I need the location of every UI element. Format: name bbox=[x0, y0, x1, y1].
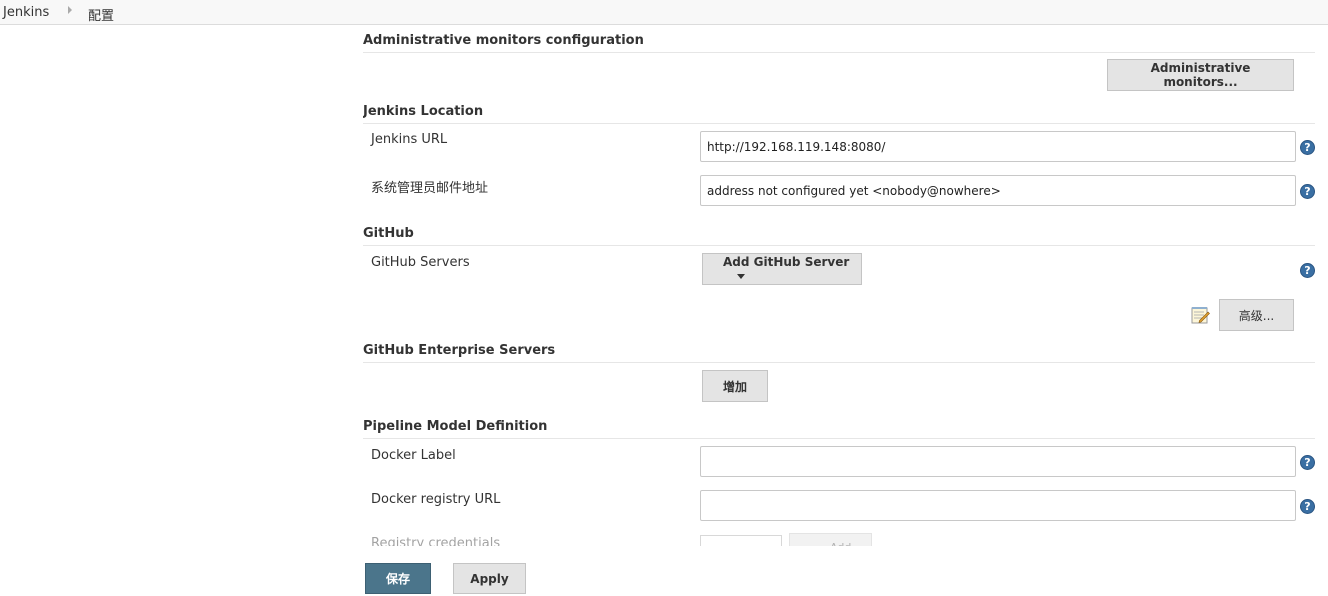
section-admin-monitors: Administrative monitors configuration bbox=[363, 26, 1315, 53]
chevron-down-icon bbox=[737, 274, 745, 279]
docker-registry-url-input[interactable] bbox=[700, 490, 1296, 521]
registry-credentials-select[interactable]: - none - bbox=[700, 535, 782, 546]
save-button[interactable]: 保存 bbox=[365, 563, 431, 594]
breadcrumb-separator-icon bbox=[68, 6, 72, 14]
admin-email-input[interactable] bbox=[700, 175, 1296, 206]
add-github-server-button[interactable]: Add GitHub Server bbox=[702, 253, 862, 285]
section-pipeline-model: Pipeline Model Definition bbox=[363, 412, 1315, 439]
apply-button[interactable]: Apply bbox=[453, 563, 526, 594]
breadcrumb-configure[interactable]: 配置 bbox=[88, 5, 114, 24]
breadcrumb-jenkins[interactable]: Jenkins bbox=[3, 5, 49, 20]
github-servers-help-icon[interactable]: ? bbox=[1300, 263, 1315, 278]
github-servers-label: GitHub Servers bbox=[371, 255, 470, 270]
admin-monitors-button[interactable]: Administrative monitors... bbox=[1107, 59, 1294, 91]
jenkins-url-help-icon[interactable]: ? bbox=[1300, 140, 1315, 155]
notepad-icon[interactable] bbox=[1191, 306, 1210, 324]
add-github-server-label: Add GitHub Server bbox=[723, 255, 850, 269]
config-form: Administrative monitors configuration Ad… bbox=[363, 25, 1318, 546]
add-enterprise-server-button[interactable]: 增加 bbox=[702, 370, 768, 402]
docker-label-label: Docker Label bbox=[371, 448, 456, 463]
bottom-button-bar bbox=[0, 546, 1328, 596]
registry-credentials-add-button[interactable]: Add bbox=[789, 533, 872, 546]
breadcrumb: Jenkins 配置 bbox=[0, 0, 1328, 25]
registry-credentials-label: Registry credentials bbox=[371, 536, 501, 546]
github-advanced-button[interactable]: 高级... bbox=[1219, 299, 1294, 331]
section-jenkins-location: Jenkins Location bbox=[363, 97, 1315, 124]
docker-label-help-icon[interactable]: ? bbox=[1300, 455, 1315, 470]
docker-registry-url-label: Docker registry URL bbox=[371, 492, 501, 507]
admin-email-help-icon[interactable]: ? bbox=[1300, 184, 1315, 199]
admin-email-label: 系统管理员邮件地址 bbox=[371, 181, 489, 196]
section-github: GitHub bbox=[363, 219, 1315, 246]
docker-label-input[interactable] bbox=[700, 446, 1296, 477]
section-github-enterprise: GitHub Enterprise Servers bbox=[363, 336, 1315, 363]
jenkins-url-label: Jenkins URL bbox=[371, 132, 448, 147]
jenkins-url-input[interactable] bbox=[700, 131, 1296, 162]
registry-credentials-row: Registry credentials - none - Add bbox=[363, 533, 1318, 546]
docker-registry-url-help-icon[interactable]: ? bbox=[1300, 499, 1315, 514]
